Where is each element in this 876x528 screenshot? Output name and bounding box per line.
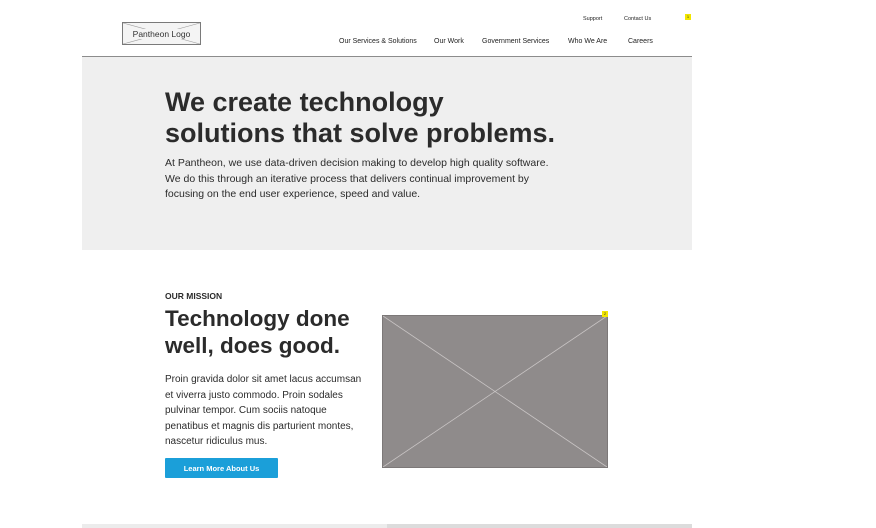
mission-title: Technology done well, does good.	[165, 305, 375, 359]
hero-section: We create technology solutions that solv…	[82, 57, 692, 250]
mission-title-line-2: well, does good.	[165, 333, 341, 358]
nav-item-work[interactable]: Our Work	[434, 38, 464, 45]
mission-title-line-1: Technology done	[165, 306, 350, 331]
site-header: Pantheon Logo Support Contact Us 1 Our S…	[82, 0, 692, 57]
nav-item-government[interactable]: Government Services	[482, 38, 549, 45]
annotation-badge: 1	[685, 14, 691, 20]
hero-title: We create technology solutions that solv…	[165, 87, 585, 149]
nav-item-services[interactable]: Our Services & Solutions	[339, 38, 417, 45]
annotation-badge: 2	[602, 311, 608, 317]
mission-eyebrow: OUR MISSION	[165, 291, 223, 301]
support-link[interactable]: Support	[583, 16, 602, 22]
mission-body: Proin gravida dolor sit amet lacus accum…	[165, 374, 362, 447]
hero-title-line-1: We create technology	[165, 87, 444, 117]
logo-label: Pantheon Logo	[130, 28, 193, 39]
contact-link[interactable]: Contact Us	[624, 16, 651, 22]
next-section-edge-right	[387, 524, 692, 528]
nav-item-who-we-are[interactable]: Who We Are	[568, 38, 607, 45]
page: Pantheon Logo Support Contact Us 1 Our S…	[82, 0, 692, 528]
learn-more-button[interactable]: Learn More About Us	[165, 458, 278, 478]
hero-body: At Pantheon, we use data-driven decision…	[165, 157, 549, 200]
site-logo[interactable]: Pantheon Logo	[122, 22, 201, 45]
image-placeholder-icon	[383, 316, 607, 467]
nav-item-careers[interactable]: Careers	[628, 38, 653, 45]
mission-image-placeholder	[382, 315, 608, 468]
hero-title-line-2: solutions that solve problems.	[165, 118, 556, 148]
